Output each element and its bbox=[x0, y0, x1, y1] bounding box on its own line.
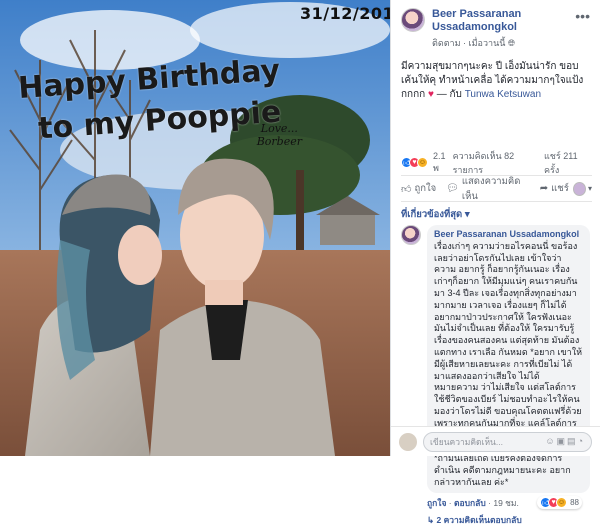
post-actions: 👍︎ ถูกใจ 💬︎ แสดงความคิดเห็น ➦ แชร์ ▾ bbox=[401, 176, 592, 202]
post-meta: ติดตาม · เมื่อวานนี้ 🌐︎ bbox=[432, 37, 521, 50]
commenter-avatar[interactable] bbox=[401, 225, 421, 245]
photo-signoff-line2: Borbeer bbox=[256, 135, 302, 148]
author-name-line2[interactable]: Ussadamongkol bbox=[432, 21, 521, 34]
chevron-down-icon: ▾ bbox=[464, 209, 470, 220]
commenter-name[interactable]: Beer Passaranan Ussadamongkol bbox=[434, 229, 583, 241]
comment-reaction-count: 88 bbox=[570, 498, 579, 508]
share-arrow-icon: ➦ bbox=[539, 183, 549, 194]
photo-signoff: Love... Borbeer bbox=[257, 122, 302, 148]
comment-sort-label: ที่เกี่ยวข้องที่สุด bbox=[401, 209, 463, 220]
replies-label: 2 ความคิดเห็นตอบกลับ bbox=[436, 514, 522, 525]
post-stats: 👍︎ ♥ ☺ 2.1 พ ความคิดเห็น 82 รายการ แชร์ … bbox=[401, 150, 592, 176]
comment-time[interactable]: 19 ชม. bbox=[493, 496, 519, 510]
like-label: ถูกใจ bbox=[414, 183, 437, 194]
caption-suffix: — กับ bbox=[436, 89, 462, 100]
globe-icon: 🌐︎ bbox=[507, 38, 516, 48]
like-button[interactable]: 👍︎ ถูกใจ bbox=[401, 181, 436, 196]
comment-input-placeholder: เขียนความคิดเห็น... bbox=[430, 436, 503, 447]
author-avatar[interactable] bbox=[401, 8, 425, 32]
reaction-icons[interactable]: 👍︎ ♥ ☺ bbox=[401, 157, 428, 168]
share-button[interactable]: ➦ แชร์ bbox=[540, 181, 569, 196]
comment-tools: ☺▣▤◔ bbox=[545, 436, 585, 447]
post-as-avatar[interactable] bbox=[572, 181, 586, 196]
more-icon[interactable]: ••• bbox=[575, 8, 590, 24]
gif-icon[interactable]: ▤ bbox=[567, 436, 578, 446]
post-side-panel: Beer Passaranan Ussadamongkol ติดตาม · เ… bbox=[390, 0, 600, 525]
photo-date-stamp: 31/12/2018 bbox=[300, 4, 390, 23]
comment-input[interactable]: เขียนความคิดเห็น... ☺▣▤◔ bbox=[423, 431, 592, 452]
post-timestamp[interactable]: เมื่อวานนี้ bbox=[469, 38, 506, 48]
view-replies-link[interactable]: ↳ 2 ความคิดเห็นตอบกลับ bbox=[391, 510, 600, 527]
reply-arrow-icon: ↳ bbox=[427, 514, 435, 525]
thumbs-up-icon: 👍︎ bbox=[401, 183, 412, 195]
share-label: แชร์ bbox=[551, 183, 569, 194]
haha-reaction-icon: ☺ bbox=[556, 497, 568, 509]
post-header: Beer Passaranan Ussadamongkol ติดตาม · เ… bbox=[391, 0, 600, 56]
current-user-avatar bbox=[399, 432, 417, 451]
comment-reactions[interactable]: 👍︎ ♥ ☺ 88 bbox=[537, 496, 582, 510]
shares-count[interactable]: แชร์ 211 ครั้ง bbox=[544, 149, 592, 177]
haha-reaction-icon: ☺ bbox=[417, 157, 428, 168]
heart-emoji-icon: ♥ bbox=[428, 89, 434, 100]
follow-button[interactable]: ติดตาม bbox=[432, 38, 461, 48]
emoji-icon[interactable]: ☺ bbox=[545, 436, 556, 446]
sticker-icon[interactable]: ◔ bbox=[578, 436, 585, 446]
comment-like-link[interactable]: ถูกใจ bbox=[427, 496, 446, 510]
post-caption: มีความสุขมากๆนะคะ ปี เอ็งมันน่ารัก ขอบเค… bbox=[391, 60, 600, 150]
comment-footer: ถูกใจ · ตอบกลับ · 19 ชม. 👍︎ ♥ ☺ 88 bbox=[391, 493, 600, 510]
author-block: Beer Passaranan Ussadamongkol ติดตาม · เ… bbox=[432, 8, 521, 56]
comment-composer: เขียนความคิดเห็น... ☺▣▤◔ bbox=[391, 426, 600, 456]
tagged-user-link[interactable]: Tunwa Ketsuwan bbox=[465, 89, 541, 100]
comment-button[interactable]: 💬︎ แสดงความคิดเห็น bbox=[446, 174, 530, 204]
chevron-down-icon[interactable]: ▾ bbox=[588, 184, 592, 193]
photo-viewer: 31/12/2018 Happy Birthday to my Pooppie … bbox=[0, 0, 390, 456]
comment-reply-link[interactable]: ตอบกลับ bbox=[454, 496, 486, 510]
speech-bubble-icon: 💬︎ bbox=[446, 183, 459, 194]
comment-sort-selector[interactable]: ที่เกี่ยวข้องที่สุด ▾ bbox=[391, 202, 600, 222]
comments-count[interactable]: ความคิดเห็น 82 รายการ bbox=[453, 149, 541, 177]
comment-label: แสดงความคิดเห็น bbox=[461, 175, 521, 202]
photo-signoff-line1: Love... bbox=[260, 122, 298, 135]
reaction-count[interactable]: 2.1 พ bbox=[433, 151, 453, 175]
camera-icon[interactable]: ▣ bbox=[557, 436, 568, 446]
author-name-line1[interactable]: Beer Passaranan bbox=[432, 8, 521, 21]
